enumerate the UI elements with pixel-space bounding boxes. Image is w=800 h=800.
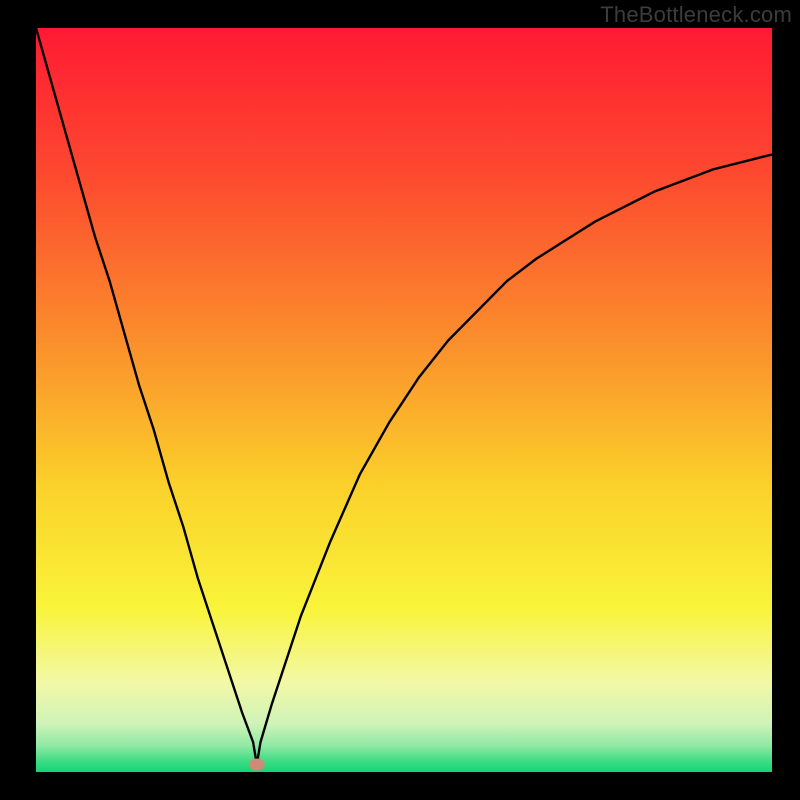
attribution-label: TheBottleneck.com xyxy=(600,2,792,28)
chart-container: TheBottleneck.com xyxy=(0,0,800,800)
bottleneck-chart xyxy=(0,0,800,800)
minimum-marker xyxy=(249,759,265,771)
